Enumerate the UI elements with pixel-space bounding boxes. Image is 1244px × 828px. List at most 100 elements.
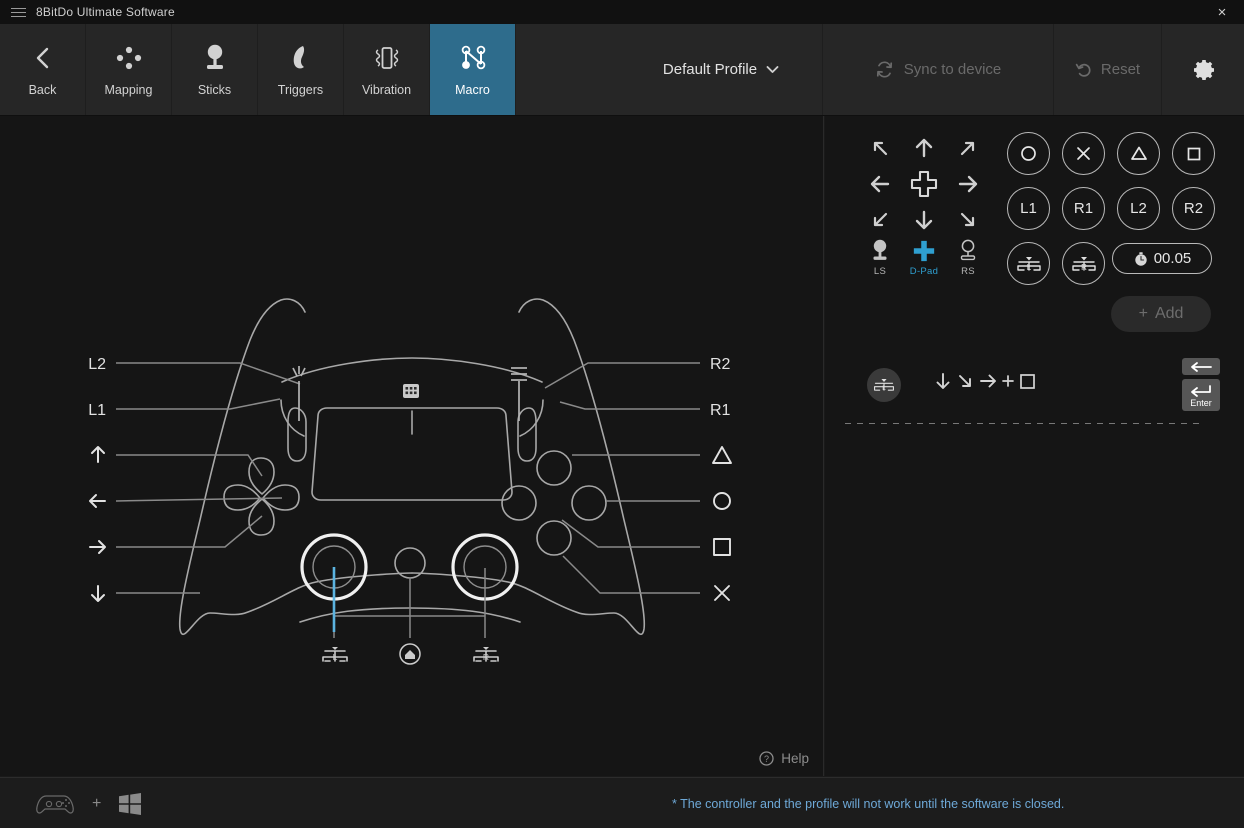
button-r3[interactable]: R xyxy=(1062,242,1105,285)
svg-text:L: L xyxy=(1026,263,1031,272)
button-r2[interactable]: R2 xyxy=(1172,187,1215,230)
button-l2[interactable]: L2 xyxy=(1117,187,1160,230)
dir-down-right-button[interactable] xyxy=(956,208,980,232)
tab-mapping[interactable]: Mapping xyxy=(86,24,172,115)
sequence-divider xyxy=(845,423,1204,424)
svg-text:L1: L1 xyxy=(88,402,106,419)
step-down-right-icon[interactable] xyxy=(955,370,975,392)
reset-label: Reset xyxy=(1101,61,1140,78)
close-icon[interactable]: × xyxy=(1200,0,1244,24)
dir-up-left-button[interactable] xyxy=(868,136,892,160)
source-label: D-Pad xyxy=(910,266,938,277)
sequence-trigger-l3-icon[interactable]: L xyxy=(867,368,901,402)
toolbar-spacer xyxy=(516,24,620,115)
app-title: 8BitDo Ultimate Software xyxy=(36,5,175,19)
refresh-icon xyxy=(875,60,894,79)
gamepad-icon xyxy=(34,791,76,817)
source-ls-option[interactable]: LS xyxy=(869,238,891,277)
sync-to-device-button[interactable]: Sync to device xyxy=(822,24,1054,115)
tab-macro[interactable]: Macro xyxy=(430,24,516,115)
hamburger-icon[interactable] xyxy=(0,0,36,24)
settings-button[interactable] xyxy=(1162,24,1244,115)
macro-sequence-row: L xyxy=(845,358,1224,420)
joystick-icon xyxy=(203,42,227,74)
svg-text:?: ? xyxy=(764,754,769,764)
tab-label: Macro xyxy=(455,83,490,97)
enter-label: Enter xyxy=(1190,398,1212,408)
svg-text:L: L xyxy=(333,652,338,662)
plus-separator: + xyxy=(92,795,101,813)
macro-node-icon xyxy=(457,42,489,74)
svg-text:R: R xyxy=(483,652,489,662)
joystick-icon xyxy=(869,238,891,264)
dir-up-right-button[interactable] xyxy=(956,136,980,160)
macro-editor-panel: LS D-Pad RS xyxy=(825,116,1244,776)
title-bar: 8BitDo Ultimate Software × xyxy=(0,0,1244,24)
joystick-outline-icon xyxy=(957,238,979,264)
source-dpad-option[interactable]: D-Pad xyxy=(910,238,938,277)
duration-chip[interactable]: 00.05 xyxy=(1112,243,1212,274)
dir-left-button[interactable] xyxy=(867,171,893,197)
enter-key-button[interactable]: Enter xyxy=(1182,379,1220,411)
profile-label: Default Profile xyxy=(663,61,757,78)
help-label: Help xyxy=(781,751,809,766)
svg-text:R1: R1 xyxy=(710,402,731,419)
button-triangle[interactable] xyxy=(1117,132,1160,175)
source-rs-option[interactable]: RS xyxy=(957,238,979,277)
button-circle[interactable] xyxy=(1007,132,1050,175)
dir-up-button[interactable] xyxy=(911,135,937,161)
controller-diagram-stage: L2 L1 R2 R1 xyxy=(0,116,824,776)
button-l1[interactable]: L1 xyxy=(1007,187,1050,230)
button-r1[interactable]: R1 xyxy=(1062,187,1105,230)
help-button[interactable]: ? Help xyxy=(759,751,809,766)
app-window: 8BitDo Ultimate Software × Back Mapping xyxy=(0,0,1244,828)
tab-vibration[interactable]: Vibration xyxy=(344,24,430,115)
windows-icon xyxy=(117,791,143,817)
duration-value: 00.05 xyxy=(1154,250,1192,267)
tab-back[interactable]: Back xyxy=(0,24,86,115)
tab-label: Sticks xyxy=(198,83,231,97)
step-square-icon[interactable] xyxy=(1017,370,1037,392)
trigger-icon xyxy=(289,42,313,74)
question-circle-icon: ? xyxy=(759,751,774,766)
status-note: * The controller and the profile will no… xyxy=(672,778,1064,828)
dpad-cross-icon xyxy=(912,238,936,264)
tab-label: Triggers xyxy=(278,83,323,97)
step-down-icon[interactable] xyxy=(933,370,953,392)
dir-down-button[interactable] xyxy=(911,207,937,233)
dpad-cross-icon[interactable] xyxy=(909,169,939,199)
svg-text:L2: L2 xyxy=(88,356,106,373)
stopwatch-icon xyxy=(1133,251,1149,267)
tab-label: Vibration xyxy=(362,83,411,97)
svg-text:L: L xyxy=(882,385,886,392)
add-label: Add xyxy=(1155,305,1183,323)
input-source-selector: LS D-Pad RS xyxy=(858,238,990,277)
step-plus-icon xyxy=(1001,370,1015,392)
source-label: LS xyxy=(874,266,886,277)
dpad-dots-icon xyxy=(114,42,144,74)
reset-button[interactable]: Reset xyxy=(1054,24,1162,115)
button-square[interactable] xyxy=(1172,132,1215,175)
svg-text:R2: R2 xyxy=(710,356,731,373)
gear-icon xyxy=(1189,56,1217,84)
profile-selector[interactable]: Default Profile xyxy=(620,24,822,115)
step-right-icon[interactable] xyxy=(977,370,999,392)
tab-triggers[interactable]: Triggers xyxy=(258,24,344,115)
chevron-left-icon xyxy=(33,42,53,74)
direction-grid xyxy=(858,130,990,238)
sequence-steps xyxy=(933,370,1037,392)
dir-right-button[interactable] xyxy=(955,171,981,197)
source-label: RS xyxy=(961,266,975,277)
main-toolbar: Back Mapping Sticks xyxy=(0,24,1244,116)
tab-sticks[interactable]: Sticks xyxy=(172,24,258,115)
dir-down-left-button[interactable] xyxy=(868,208,892,232)
button-l3[interactable]: L xyxy=(1007,242,1050,285)
add-button[interactable]: + Add xyxy=(1111,296,1211,332)
backspace-icon[interactable] xyxy=(1182,358,1220,375)
sync-label: Sync to device xyxy=(904,61,1002,78)
controller-svg: L2 L1 R2 R1 xyxy=(0,116,823,776)
connection-indicator: + xyxy=(34,778,143,828)
status-bar: + * The controller and the profile will … xyxy=(0,777,1244,828)
chevron-down-icon xyxy=(766,65,779,74)
button-cross[interactable] xyxy=(1062,132,1105,175)
